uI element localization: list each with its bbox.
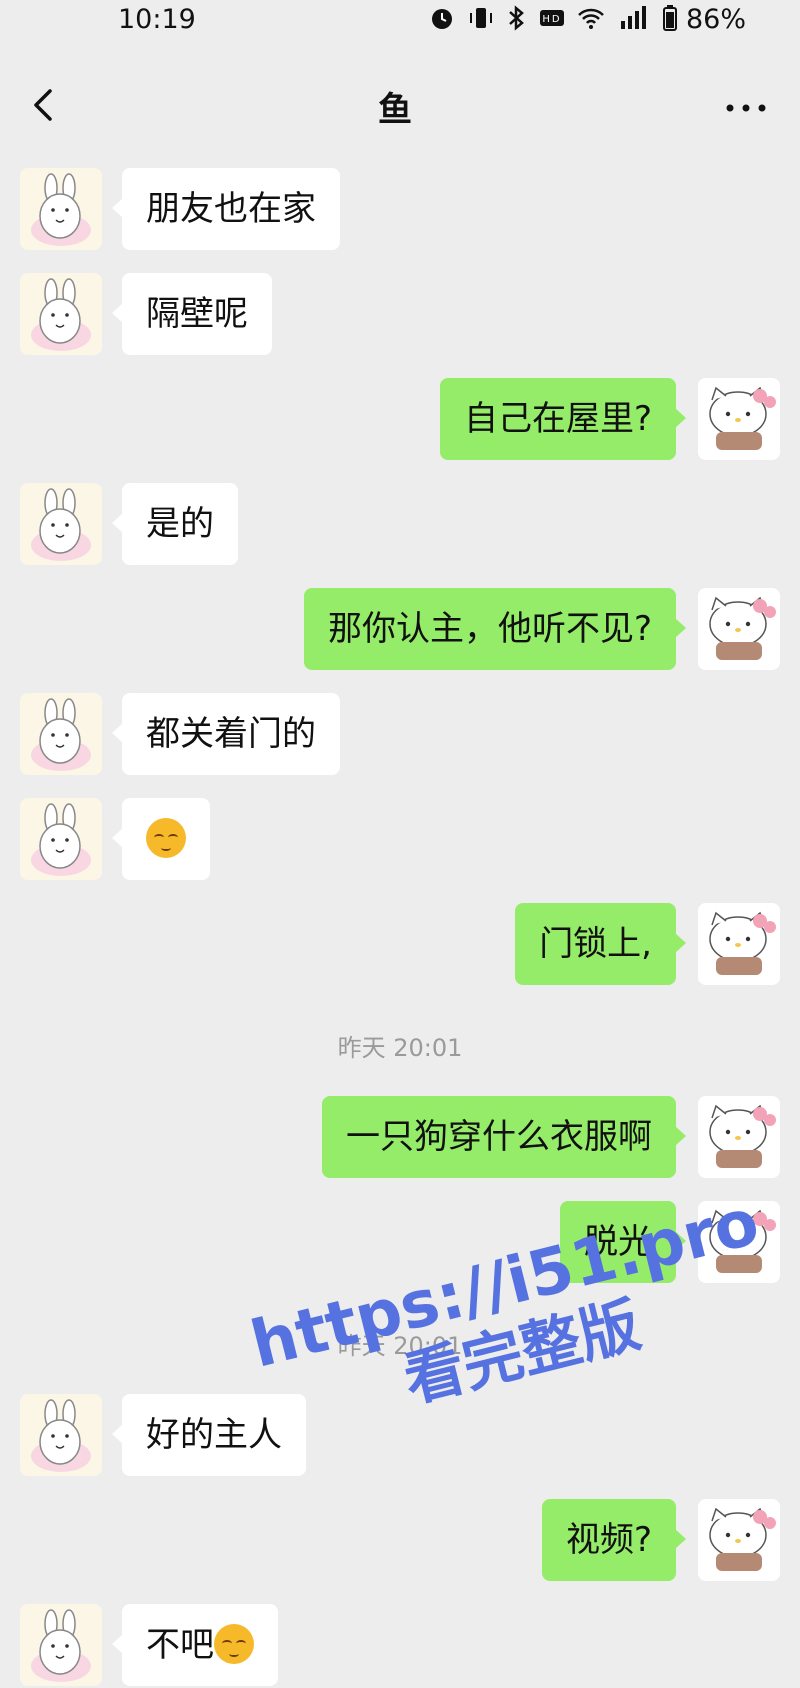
message-row-sent: 视频? (0, 1499, 800, 1583)
message-text: 门锁上, (539, 924, 652, 964)
my-avatar[interactable] (698, 588, 780, 670)
message-row-received: 不吧 (0, 1604, 800, 1688)
more-dots-icon[interactable] (724, 102, 768, 114)
message-row-sent: 那你认主，他听不见? (0, 588, 800, 672)
my-avatar[interactable] (698, 903, 780, 985)
message-text: 好的主人 (146, 1415, 282, 1455)
message-bubble[interactable] (112, 798, 210, 880)
message-bubble[interactable]: 视频? (541, 1499, 687, 1581)
contact-avatar[interactable] (20, 273, 102, 355)
message-text: 自己在屋里? (463, 399, 652, 439)
message-row-received (0, 798, 800, 882)
my-avatar[interactable] (698, 378, 780, 460)
contact-avatar[interactable] (20, 168, 102, 250)
message-row-sent: 门锁上, (0, 903, 800, 987)
bluetooth-icon (509, 5, 525, 31)
message-row-received: 隔壁呢 (0, 273, 800, 357)
message-row-sent: 一只狗穿什么衣服啊 (0, 1096, 800, 1180)
vibrate-icon (469, 8, 492, 28)
message-text: 视频? (565, 1520, 652, 1560)
status-bar: 10:19 HD 86% (0, 0, 800, 42)
message-text: 那你认主，他听不见? (327, 609, 652, 649)
message-text: 是的 (146, 504, 214, 544)
message-bubble[interactable]: 朋友也在家 (112, 168, 340, 250)
contact-avatar[interactable] (20, 483, 102, 565)
alarm-icon (432, 9, 452, 29)
contact-avatar[interactable] (20, 1604, 102, 1686)
message-bubble[interactable]: 一只狗穿什么衣服啊 (322, 1096, 686, 1178)
contact-avatar[interactable] (20, 693, 102, 775)
message-text: 一只狗穿什么衣服啊 (346, 1117, 652, 1157)
status-time: 10:19 (118, 4, 196, 35)
message-bubble[interactable]: 门锁上, (515, 903, 686, 985)
relieved-face-icon (214, 1623, 254, 1664)
message-row-received: 是的 (0, 483, 800, 567)
battery-percent: 86% (686, 4, 747, 35)
my-avatar[interactable] (698, 1499, 780, 1581)
message-text: 隔壁呢 (146, 294, 248, 334)
message-timestamp: 昨天 20:01 (337, 1034, 463, 1062)
message-row-sent: 自己在屋里? (0, 378, 800, 462)
message-bubble[interactable]: 不吧 (112, 1604, 278, 1686)
hd-icon: HD (539, 10, 564, 26)
battery-icon (662, 5, 677, 31)
message-text: 不吧 (146, 1625, 214, 1665)
message-bubble[interactable]: 都关着门的 (112, 693, 340, 775)
svg-text:HD: HD (542, 14, 561, 25)
status-icons: HD (428, 4, 678, 35)
relieved-face-icon (146, 817, 186, 858)
chat-title: 鱼 (378, 90, 412, 130)
contact-avatar[interactable] (20, 1394, 102, 1476)
message-row-received: 朋友也在家 (0, 168, 800, 252)
message-bubble[interactable]: 那你认主，他听不见? (303, 588, 687, 670)
wifi-icon (578, 8, 605, 29)
message-bubble[interactable]: 隔壁呢 (112, 273, 272, 355)
message-text: 都关着门的 (146, 714, 316, 754)
message-bubble[interactable]: 自己在屋里? (439, 378, 687, 460)
message-row-received: 都关着门的 (0, 693, 800, 777)
chat-header: 鱼 (0, 60, 800, 150)
my-avatar[interactable] (698, 1096, 780, 1178)
signal-icon (620, 6, 646, 29)
message-bubble[interactable]: 是的 (112, 483, 238, 565)
message-text: 朋友也在家 (146, 189, 316, 229)
contact-avatar[interactable] (20, 798, 102, 880)
